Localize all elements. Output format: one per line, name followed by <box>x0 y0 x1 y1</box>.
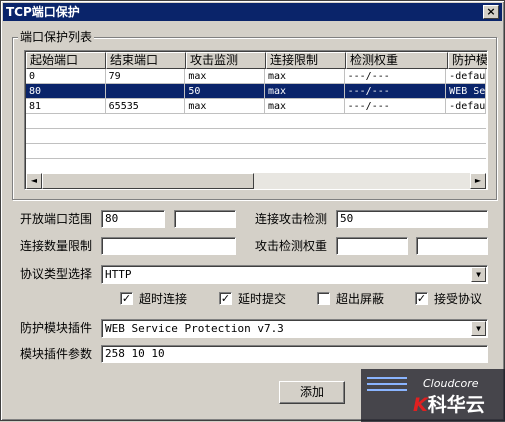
cell-conn-limit: max <box>264 84 345 99</box>
close-button[interactable]: × <box>483 5 499 19</box>
cell-attack-monitor: max <box>185 99 265 114</box>
checkbox-timeout-connection[interactable]: ✓ 超时连接 <box>120 290 187 306</box>
tcp-port-protection-dialog: TCP端口保护 × 端口保护列表 起始端口 结束端口 攻击监测 连接限制 检测权… <box>0 0 505 422</box>
open-port-to-input[interactable] <box>174 210 236 228</box>
cell-protect-module: WEB Ser <box>446 84 486 99</box>
watermark-logo-text: K科华云 <box>413 393 501 417</box>
plugin-dropdown-button[interactable]: ▼ <box>471 321 486 336</box>
attack-weight-input-a[interactable] <box>336 237 408 255</box>
checkbox-check-icon: ✓ <box>219 291 232 305</box>
checkbox-label: 接受协议 <box>434 291 483 306</box>
watermark-k-letter: K <box>413 394 428 416</box>
scroll-thumb[interactable] <box>42 173 254 189</box>
checkbox-label: 超时连接 <box>139 291 188 306</box>
watermark-chinese-name: 科华云 <box>427 394 485 416</box>
cell-protect-module: -defaul <box>446 99 486 114</box>
add-button[interactable]: 添加 <box>279 381 345 404</box>
plugin-select[interactable]: WEB Service Protection v7.3 ▼ <box>101 319 488 338</box>
chevron-down-icon: ▼ <box>476 324 481 333</box>
plugin-params-input[interactable]: 258 10 10 <box>101 345 488 363</box>
scroll-right-button[interactable]: ► <box>470 173 486 189</box>
conn-attack-detect-input[interactable]: 50 <box>336 210 488 228</box>
table-row[interactable]: 81 65535 max max ---/--- -defaul <box>26 99 486 114</box>
empty-row <box>26 129 486 144</box>
cell-attack-monitor: max <box>185 69 265 84</box>
checkbox-label: 超出屏蔽 <box>336 291 385 306</box>
list-header: 起始端口 结束端口 攻击监测 连接限制 检测权重 防护模 <box>26 52 487 69</box>
table-row-selected[interactable]: 80 50 max ---/--- WEB Ser <box>26 84 486 99</box>
conn-attack-detect-label: 连接攻击检测 <box>255 212 328 226</box>
speed-lines-icon <box>367 377 407 395</box>
cell-detect-weight: ---/--- <box>344 99 447 114</box>
cell-conn-limit: max <box>264 99 345 114</box>
empty-row <box>26 144 486 159</box>
cloudcore-watermark-logo: Cloudcore K科华云 <box>361 369 505 422</box>
protocol-select[interactable]: HTTP ▼ <box>101 265 488 284</box>
conn-limit-input[interactable] <box>101 237 236 255</box>
empty-row <box>26 114 486 129</box>
plugin-selected-value: WEB Service Protection v7.3 <box>105 322 284 335</box>
conn-limit-label: 连接数量限制 <box>20 239 93 253</box>
close-icon: × <box>486 5 496 18</box>
table-row[interactable]: 0 79 max max ---/--- -defaul <box>26 69 486 84</box>
attack-weight-input-b[interactable] <box>416 237 488 255</box>
checkbox-accept-protocol[interactable]: ✓ 接受协议 <box>415 290 482 306</box>
column-header-conn-limit[interactable]: 连接限制 <box>266 52 346 69</box>
cell-detect-weight: ---/--- <box>344 69 447 84</box>
window-title: TCP端口保护 <box>6 5 80 19</box>
cell-conn-limit: max <box>264 69 345 84</box>
port-protection-list[interactable]: 起始端口 结束端口 攻击监测 连接限制 检测权重 防护模 0 79 max ma… <box>24 50 488 190</box>
watermark-brand: Cloudcore <box>423 377 479 390</box>
arrow-right-icon: ► <box>474 176 482 185</box>
cell-end-port <box>105 84 186 99</box>
cell-end-port: 79 <box>105 69 186 84</box>
column-header-start-port[interactable]: 起始端口 <box>26 52 106 69</box>
chevron-down-icon: ▼ <box>476 270 481 279</box>
protocol-selected-value: HTTP <box>105 268 132 281</box>
column-header-detect-weight[interactable]: 检测权重 <box>346 52 448 69</box>
checkbox-delayed-submit[interactable]: ✓ 延时提交 <box>219 290 286 306</box>
column-header-end-port[interactable]: 结束端口 <box>106 52 186 69</box>
checkbox-check-icon <box>317 291 330 305</box>
checkbox-label: 延时提交 <box>238 291 287 306</box>
horizontal-scrollbar[interactable]: ◄ ► <box>26 173 486 189</box>
title-bar: TCP端口保护 × <box>3 3 502 21</box>
cell-start-port: 0 <box>26 69 106 84</box>
column-header-attack-monitor[interactable]: 攻击监测 <box>186 52 266 69</box>
cell-protect-module: -defaul <box>446 69 486 84</box>
cell-attack-monitor: 50 <box>185 84 265 99</box>
protocol-dropdown-button[interactable]: ▼ <box>471 267 486 282</box>
plugin-label: 防护模块插件 <box>20 321 93 335</box>
checkbox-check-icon: ✓ <box>120 291 133 305</box>
cell-start-port: 81 <box>26 99 106 114</box>
list-rows: 0 79 max max ---/--- -defaul 80 50 max -… <box>26 69 486 159</box>
cell-end-port: 65535 <box>105 99 186 114</box>
open-port-range-label: 开放端口范围 <box>20 212 93 226</box>
checkbox-check-icon: ✓ <box>415 291 428 305</box>
column-header-protect-module[interactable]: 防护模 <box>448 52 487 69</box>
cell-start-port: 80 <box>26 84 106 99</box>
scroll-left-button[interactable]: ◄ <box>26 173 42 189</box>
arrow-left-icon: ◄ <box>30 176 38 185</box>
cell-detect-weight: ---/--- <box>344 84 447 99</box>
plugin-params-label: 模块插件参数 <box>20 347 93 361</box>
checkbox-exceed-block[interactable]: 超出屏蔽 <box>317 290 384 306</box>
groupbox-title: 端口保护列表 <box>18 30 95 44</box>
attack-weight-label: 攻击检测权重 <box>255 239 328 253</box>
protocol-label: 协议类型选择 <box>20 267 93 281</box>
open-port-from-input[interactable]: 80 <box>101 210 165 228</box>
